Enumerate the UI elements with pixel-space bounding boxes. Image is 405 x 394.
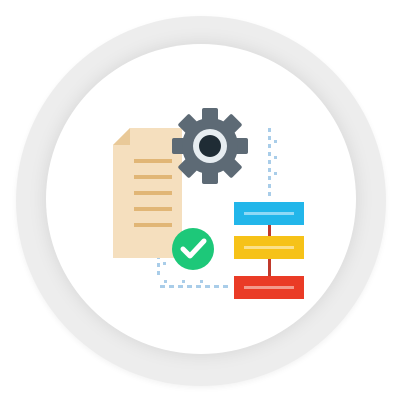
process-illustration xyxy=(113,108,304,299)
flowchart-icon xyxy=(234,202,304,299)
gear-icon xyxy=(172,108,248,184)
checkmark-icon xyxy=(172,228,214,270)
document-icon xyxy=(113,128,182,258)
